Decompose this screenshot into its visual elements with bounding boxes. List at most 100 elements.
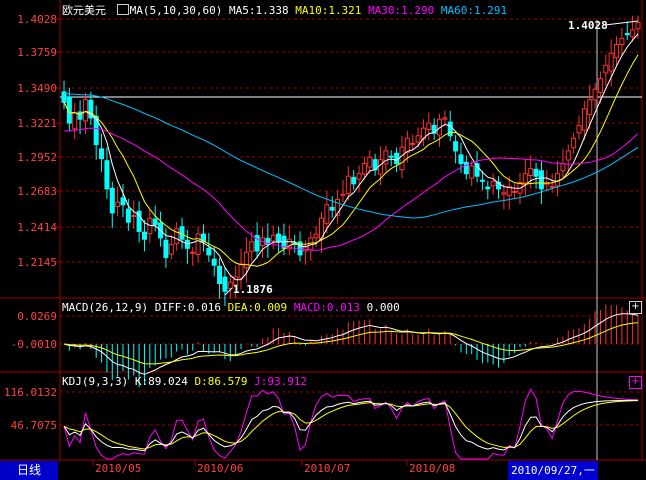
candle-up	[581, 108, 587, 131]
candle-up	[442, 117, 448, 120]
price-tick-label: 1.2145	[17, 256, 57, 269]
candle-up	[367, 156, 373, 168]
candle-up	[356, 173, 362, 180]
candle-down	[184, 239, 190, 249]
dea-value: DEA:0.009	[227, 301, 288, 314]
candle-down	[211, 258, 217, 266]
diff-value: DIFF:0.016	[154, 301, 221, 314]
candle-up	[115, 201, 121, 208]
candle-down	[485, 186, 491, 190]
candle-up	[608, 52, 614, 72]
macd-tick-label: 0.0269	[17, 310, 57, 323]
price-tick-label: 1.2952	[17, 151, 57, 164]
candle-up	[592, 88, 598, 101]
candle-up	[345, 175, 351, 194]
candle-up	[399, 146, 405, 171]
candle-up	[490, 180, 496, 187]
candle-up	[560, 163, 566, 172]
macd-value: MACD:0.013	[293, 301, 361, 314]
candle-down	[388, 155, 394, 158]
candle-down	[152, 218, 158, 226]
candle-down	[394, 152, 400, 165]
candle-up	[522, 173, 528, 184]
candle-up	[227, 281, 233, 289]
price-indicator: MA(5,10,30,60)	[129, 4, 223, 17]
candle-up	[587, 99, 593, 116]
macd-extra-value: 0.000	[366, 301, 400, 314]
candle-up	[528, 168, 534, 176]
candle-down	[109, 187, 115, 214]
period-tab-daily[interactable]: 日线	[0, 461, 58, 480]
candle-down	[624, 33, 630, 36]
candle-up	[243, 251, 249, 269]
candle-up	[603, 64, 609, 74]
price-tick-label: 1.3490	[17, 82, 57, 95]
candle-down	[222, 276, 228, 292]
ma30-value: MA30:1.290	[368, 4, 435, 17]
price-tick-label: 1.3221	[17, 117, 57, 130]
x-tick-label: 2010/08	[409, 462, 455, 475]
candle-up	[378, 159, 384, 175]
candle-down	[447, 121, 453, 137]
candle-up	[190, 251, 196, 254]
ma10-value: MA10:1.321	[295, 4, 362, 17]
candle-down	[125, 208, 131, 223]
candle-down	[533, 168, 539, 177]
ma5-value: MA5:1.338	[228, 4, 289, 17]
low-annotation: 1.1876	[233, 283, 273, 296]
candle-up	[195, 233, 201, 255]
candle-down	[104, 160, 110, 190]
symbol-name: 欧元美元	[62, 4, 106, 17]
candle-up	[324, 204, 330, 224]
candle-down	[163, 239, 169, 258]
j-value: J:93.912	[254, 375, 308, 388]
macd-tick-label: -0.0010	[11, 338, 57, 351]
candle-down	[206, 247, 212, 256]
price-tick-label: 1.3759	[17, 46, 57, 59]
candle-up	[469, 165, 475, 179]
x-tick-label: 2010/05	[95, 462, 141, 475]
kdj-header: KDJ(9,3,3) K:89.024 D:86.579 J:93.912	[62, 375, 307, 388]
candle-up	[597, 78, 603, 93]
kdj-indicator: KDJ(9,3,3)	[62, 375, 129, 388]
k-value: K:89.024	[134, 375, 188, 388]
candle-up	[555, 173, 561, 187]
candle-down	[99, 148, 105, 160]
candle-up	[565, 150, 571, 161]
candle-up	[361, 163, 367, 175]
ma60-line	[63, 92, 639, 219]
candle-up	[614, 44, 620, 59]
candle-up	[576, 125, 582, 134]
candle-up	[72, 112, 78, 130]
chart-canvas[interactable]: 1.4028 1.3759 1.3490 1.3221 1.2952 1.2683 1.24…	[0, 0, 646, 480]
high-annotation: 1.4028	[568, 19, 608, 32]
candle-up	[82, 99, 88, 122]
x-tick-label: 2010/06	[197, 462, 243, 475]
kline-chart[interactable]: 1.4028 1.3759 1.3490 1.3221 1.2952 1.2683 1.24…	[0, 0, 646, 480]
kdj-tick-label: 116.0132	[4, 386, 57, 399]
candle-down	[217, 265, 223, 284]
candle-down	[120, 197, 126, 206]
candle-up	[249, 241, 255, 252]
macd-expand-button[interactable]: +	[629, 301, 642, 314]
d-value: D:86.579	[194, 375, 248, 388]
indicator-switch-icon[interactable]	[116, 4, 129, 15]
candle-up	[340, 193, 346, 196]
candle-up	[313, 233, 319, 239]
x-tick-label: 2010/07	[304, 462, 350, 475]
candle-up	[571, 137, 577, 149]
candle-up	[426, 122, 432, 131]
candle-down	[141, 231, 147, 240]
candle-up	[410, 142, 416, 145]
candle-down	[329, 206, 335, 211]
candle-down	[351, 176, 357, 185]
candle-up	[270, 234, 276, 242]
candle-down	[479, 179, 485, 182]
candle-up	[238, 263, 244, 279]
candle-down	[538, 170, 544, 190]
kdj-expand-button[interactable]: +	[629, 376, 642, 389]
candle-up	[549, 185, 555, 188]
candle-up	[501, 192, 507, 195]
candle-up	[404, 137, 410, 153]
candle-up	[131, 214, 137, 217]
